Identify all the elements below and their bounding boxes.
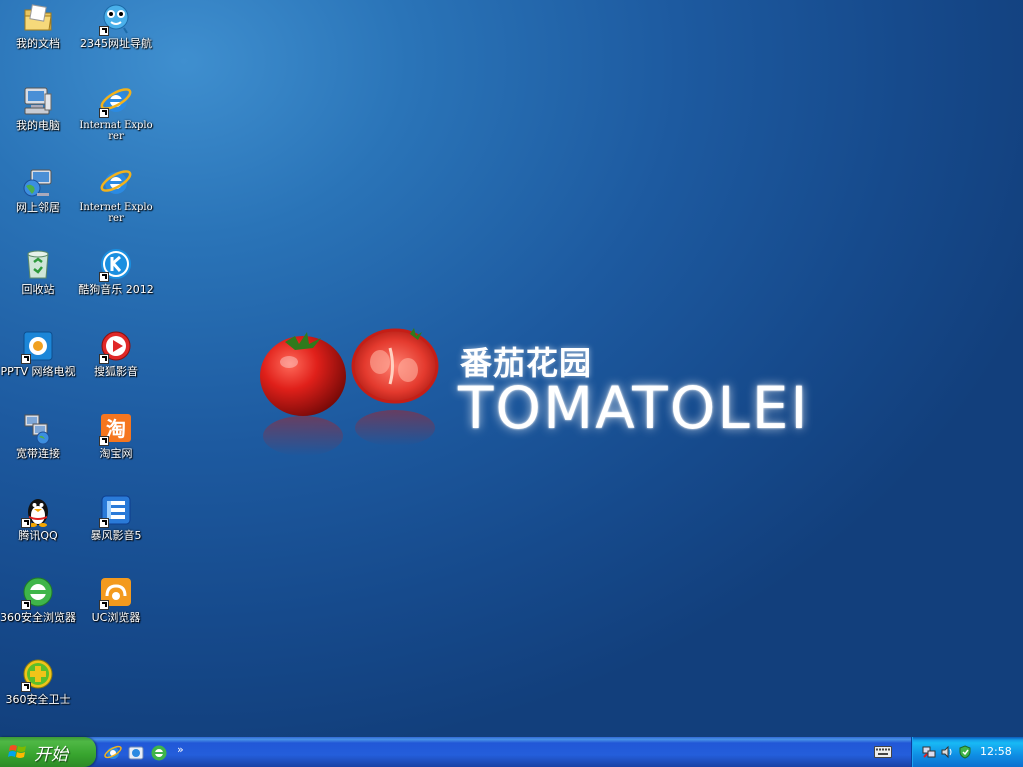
keyboard-icon[interactable] — [874, 745, 892, 759]
icon-label: 360安全浏览器 — [0, 611, 76, 624]
shortcut-arrow-icon — [99, 518, 109, 528]
internet-explorer-icon[interactable] — [104, 744, 122, 762]
icon-label: 暴风影音5 — [90, 529, 142, 542]
desktop-icon-internet-explorer-1[interactable]: Internat Explorer — [78, 84, 154, 164]
qq-penguin-icon — [21, 494, 55, 528]
volume-icon[interactable] — [940, 745, 954, 759]
360-browser-icon — [21, 576, 55, 610]
icon-label: Internet Explorer — [79, 202, 153, 224]
shortcut-arrow-icon — [21, 354, 31, 364]
icon-label: 360安全卫士 — [5, 693, 71, 706]
taskbar: 开始 » 12:58 — [0, 737, 1023, 767]
icon-label: 2345网址导航 — [80, 37, 152, 50]
desktop-icon-network-places[interactable]: 网上邻居 — [0, 166, 76, 246]
icon-label: UC浏览器 — [91, 611, 141, 624]
system-tray: 12:58 — [911, 737, 1023, 767]
icon-label: 腾讯QQ — [18, 529, 58, 542]
computer-icon — [21, 84, 55, 118]
start-button[interactable]: 开始 — [0, 737, 96, 767]
icon-label: 我的电脑 — [16, 119, 60, 132]
uc-browser-icon — [99, 576, 133, 610]
desktop-icon-broadband[interactable]: 宽带连接 — [0, 412, 76, 492]
icon-label: 宽带连接 — [16, 447, 60, 460]
taobao-icon: 淘 — [99, 412, 133, 446]
recycle-bin-icon — [21, 248, 55, 282]
360-browser-icon[interactable] — [150, 744, 168, 762]
desktop-icon-internet-explorer-2[interactable]: Internet Explorer — [78, 166, 154, 246]
desktop-icon-qq[interactable]: 腾讯QQ — [0, 494, 76, 574]
show-desktop-icon[interactable] — [127, 744, 145, 762]
shortcut-arrow-icon — [99, 436, 109, 446]
icon-label: PPTV 网络电视 — [0, 365, 76, 378]
start-label: 开始 — [34, 744, 68, 765]
wallpaper-title-english: TOMATOLEI — [458, 374, 810, 442]
sohu-video-icon — [99, 330, 133, 364]
quick-launch-bar: » — [104, 743, 184, 763]
desktop-icon-baofeng[interactable]: 暴风影音5 — [78, 494, 154, 574]
desktop-icon-pptv[interactable]: PPTV 网络电视 — [0, 330, 76, 410]
quick-launch-more-button[interactable]: » — [177, 743, 184, 756]
network-icon — [21, 166, 55, 200]
icon-label: 淘宝网 — [99, 447, 133, 460]
baofeng-player-icon — [99, 494, 133, 528]
desktop-icon-my-computer[interactable]: 我的电脑 — [0, 84, 76, 164]
broadband-connection-icon — [21, 412, 55, 446]
wallpaper-logo: 番茄花园 TOMATOLEI — [255, 320, 815, 470]
kugou-music-icon — [99, 248, 133, 282]
shortcut-arrow-icon — [99, 354, 109, 364]
shortcut-arrow-icon — [99, 108, 109, 118]
icon-label: Internat Explorer — [79, 120, 153, 142]
tomato-image — [260, 332, 346, 456]
security-shield-icon[interactable] — [958, 745, 972, 759]
shortcut-arrow-icon — [99, 272, 109, 282]
360-safe-icon — [21, 658, 55, 692]
tomato-half-image — [351, 328, 439, 446]
icon-label: 我的文档 — [16, 37, 60, 50]
desktop-icon-taobao[interactable]: 淘 淘宝网 — [78, 412, 154, 492]
icon-label: 酷狗音乐 2012 — [78, 283, 154, 296]
shortcut-arrow-icon — [99, 600, 109, 610]
desktop-icon-sohu-video[interactable]: 搜狐影音 — [78, 330, 154, 410]
icon-label: 网上邻居 — [16, 201, 60, 214]
desktop[interactable]: 我的文档 我的电脑 网上邻居 回收站 PPTV 网络电视 宽带连接 腾讯QQ 3… — [0, 0, 1023, 737]
shortcut-arrow-icon — [21, 682, 31, 692]
desktop-icon-360-browser[interactable]: 360安全浏览器 — [0, 576, 76, 656]
icon-label: 搜狐影音 — [94, 365, 138, 378]
desktop-icon-uc-browser[interactable]: UC浏览器 — [78, 576, 154, 656]
desktop-icon-recycle-bin[interactable]: 回收站 — [0, 248, 76, 328]
shortcut-arrow-icon — [21, 600, 31, 610]
desktop-icon-360-safe[interactable]: 360安全卫士 — [0, 658, 76, 738]
folder-icon — [21, 2, 55, 36]
svg-text:淘: 淘 — [106, 417, 126, 441]
2345-navigation-icon — [99, 2, 133, 36]
desktop-icon-kugou[interactable]: 酷狗音乐 2012 — [78, 248, 154, 328]
network-connection-icon[interactable] — [922, 745, 936, 759]
icon-label: 回收站 — [21, 283, 55, 296]
clock[interactable]: 12:58 — [980, 745, 1012, 758]
windows-logo-icon — [8, 745, 26, 758]
shortcut-arrow-icon — [21, 518, 31, 528]
desktop-icon-my-documents[interactable]: 我的文档 — [0, 2, 76, 82]
shortcut-arrow-icon — [99, 26, 109, 36]
pptv-icon — [21, 330, 55, 364]
internet-explorer-icon — [99, 84, 133, 118]
desktop-icon-2345[interactable]: 2345网址导航 — [78, 2, 154, 82]
internet-explorer-icon — [99, 166, 133, 200]
